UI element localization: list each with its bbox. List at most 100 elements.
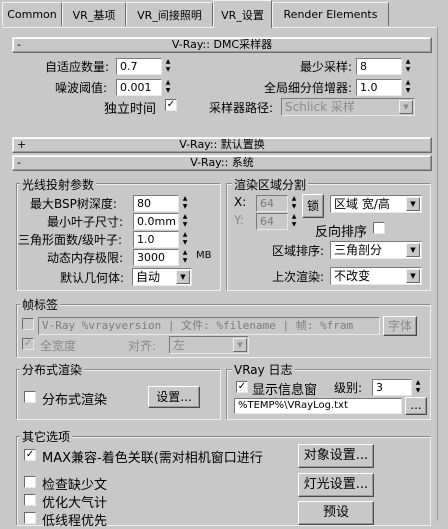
max-bsp-depth-input[interactable]: 80 bbox=[133, 195, 179, 212]
global-subdiv-label: 全局细分倍增器: bbox=[264, 81, 353, 95]
spin-down-icon[interactable]: ▼ bbox=[180, 221, 190, 229]
spin-down-icon[interactable]: ▼ bbox=[413, 387, 423, 395]
log-path-input[interactable]: %TEMP%\VRayLog.txt bbox=[234, 398, 402, 414]
browse-log-button[interactable]: ... bbox=[405, 397, 427, 415]
region-sequence-value: 三角剖分 bbox=[334, 243, 383, 257]
default-geometry-value: 自动 bbox=[136, 270, 161, 284]
memory-unit: MB bbox=[196, 250, 212, 261]
spin-up-icon[interactable]: ▲ bbox=[180, 231, 190, 239]
tab-vr-indirect-label: VR_间接照明 bbox=[137, 8, 202, 22]
spin-up-icon[interactable]: ▲ bbox=[413, 379, 423, 387]
font-button[interactable]: 字体 bbox=[383, 316, 417, 336]
optimize-atmospherics-label: 优化大气计 bbox=[42, 496, 108, 511]
spin-down-icon[interactable]: ▼ bbox=[289, 221, 299, 229]
dynamic-memory-input[interactable]: 3000 bbox=[133, 249, 179, 266]
optimize-atmospherics-checkbox[interactable] bbox=[24, 494, 36, 506]
previous-render-dropdown[interactable]: 不改变 ▼ bbox=[330, 267, 422, 285]
log-level-input[interactable]: 3 bbox=[372, 379, 412, 396]
spin-down-icon[interactable]: ▼ bbox=[289, 203, 299, 211]
noise-threshold-spinner[interactable]: ▲ ▼ bbox=[163, 79, 173, 96]
spin-down-icon[interactable]: ▼ bbox=[180, 203, 190, 211]
tab-vr-settings[interactable]: VR_设置 bbox=[213, 0, 272, 28]
region-mode-dropdown[interactable]: 区域 宽/高 ▼ bbox=[330, 195, 422, 213]
adaptive-amount-spinner[interactable]: ▲ ▼ bbox=[163, 58, 173, 75]
spin-up-icon[interactable]: ▲ bbox=[180, 213, 190, 221]
spin-down-icon[interactable]: ▼ bbox=[180, 239, 190, 247]
min-leaf-size-input[interactable]: 0.0mm bbox=[133, 213, 179, 230]
presets-button[interactable]: 预设 bbox=[298, 501, 374, 525]
face-level-coef-input[interactable]: 1.0 bbox=[133, 231, 179, 248]
spin-down-icon[interactable]: ▼ bbox=[163, 87, 173, 95]
max-compat-checkbox[interactable]: ✓ bbox=[24, 449, 36, 461]
rollout-title: V-Ray:: 系统 bbox=[190, 156, 254, 169]
full-width-checkbox[interactable]: ✓ bbox=[22, 338, 34, 350]
distributed-rendering-checkbox[interactable] bbox=[24, 391, 36, 403]
region-y-spinner[interactable]: ▲ ▼ bbox=[289, 213, 299, 230]
light-settings-button[interactable]: 灯光设置... bbox=[298, 473, 374, 497]
justify-label: 对齐: bbox=[128, 339, 157, 353]
reverse-sequence-checkbox[interactable] bbox=[373, 222, 385, 234]
show-window-checkbox[interactable]: ✓ bbox=[236, 381, 248, 393]
min-samples-input[interactable]: 8 bbox=[356, 58, 402, 75]
tab-vr-base[interactable]: VR_基项 bbox=[62, 2, 126, 26]
spin-up-icon[interactable]: ▲ bbox=[180, 195, 190, 203]
spin-down-icon[interactable]: ▼ bbox=[403, 87, 413, 95]
rollout-title: V-Ray:: DMC采样器 bbox=[171, 38, 273, 51]
rollout-system[interactable]: - V-Ray:: 系统 bbox=[12, 155, 432, 171]
check-missing-files-checkbox[interactable] bbox=[24, 476, 36, 488]
adaptive-amount-label: 自适应数量: bbox=[45, 60, 110, 74]
time-independent-checkbox[interactable]: ✓ bbox=[165, 99, 177, 111]
dynamic-memory-spinner[interactable]: ▲ ▼ bbox=[180, 249, 190, 266]
region-x-input[interactable]: 64 bbox=[256, 195, 288, 212]
tab-common[interactable]: Common bbox=[2, 2, 62, 26]
region-x-spinner[interactable]: ▲ ▼ bbox=[289, 195, 299, 212]
low-thread-priority-checkbox[interactable] bbox=[24, 512, 36, 524]
justify-dropdown[interactable]: 左 ▼ bbox=[169, 336, 249, 354]
spin-down-icon[interactable]: ▼ bbox=[180, 257, 190, 265]
face-level-coef-spinner[interactable]: ▲ ▼ bbox=[180, 231, 190, 248]
tab-vr-settings-label: VR_设置 bbox=[221, 8, 264, 22]
log-level-spinner[interactable]: ▲ ▼ bbox=[413, 379, 423, 396]
min-samples-spinner[interactable]: ▲ ▼ bbox=[403, 58, 413, 75]
global-subdiv-spinner[interactable]: ▲ ▼ bbox=[403, 79, 413, 96]
spin-up-icon[interactable]: ▲ bbox=[289, 195, 299, 203]
rollout-title: V-Ray:: 默认置换 bbox=[179, 138, 265, 151]
max-bsp-depth-spinner[interactable]: ▲ ▼ bbox=[180, 195, 190, 212]
object-settings-button[interactable]: 对象设置... bbox=[298, 444, 374, 468]
spin-up-icon[interactable]: ▲ bbox=[163, 58, 173, 66]
frame-stamp-text-input[interactable]: V-Ray %vrayversion | 文件: %filename | 帧: … bbox=[38, 317, 380, 335]
spin-up-icon[interactable]: ▲ bbox=[180, 249, 190, 257]
region-mode-value: 区域 宽/高 bbox=[334, 197, 390, 211]
min-leaf-size-spinner[interactable]: ▲ ▼ bbox=[180, 213, 190, 230]
min-samples-label: 最少采样: bbox=[300, 60, 353, 74]
rollout-default-displacement[interactable]: + V-Ray:: 默认置换 bbox=[12, 137, 432, 153]
previous-render-value: 不改变 bbox=[334, 269, 371, 283]
spin-down-icon[interactable]: ▼ bbox=[403, 66, 413, 74]
tab-bar: Common VR_基项 VR_间接照明 VR_设置 Render Elemen… bbox=[0, 0, 448, 28]
noise-threshold-input[interactable]: 0.001 bbox=[116, 79, 162, 96]
region-sequence-dropdown[interactable]: 三角剖分 ▼ bbox=[330, 241, 422, 259]
default-geometry-dropdown[interactable]: 自动 ▼ bbox=[132, 268, 192, 286]
vray-log-title: VRay 日志 bbox=[232, 361, 295, 378]
tab-vr-indirect[interactable]: VR_间接照明 bbox=[126, 2, 213, 26]
spin-down-icon[interactable]: ▼ bbox=[163, 66, 173, 74]
spin-up-icon[interactable]: ▲ bbox=[163, 79, 173, 87]
raycast-params-title: 光线投射参数 bbox=[20, 176, 97, 193]
lock-button[interactable]: 锁 bbox=[302, 194, 324, 218]
rollout-dmc-sampler[interactable]: - V-Ray:: DMC采样器 bbox=[12, 37, 432, 53]
panel-scrollbar[interactable] bbox=[437, 27, 446, 521]
distributed-settings-button[interactable]: 设置... bbox=[148, 386, 200, 408]
global-subdiv-input[interactable]: 1.0 bbox=[356, 79, 402, 96]
region-y-input[interactable]: 64 bbox=[256, 213, 288, 230]
spin-up-icon[interactable]: ▲ bbox=[289, 213, 299, 221]
spin-up-icon[interactable]: ▲ bbox=[403, 79, 413, 87]
sampler-path-dropdown[interactable]: Schlick 采样 ▼ bbox=[281, 98, 415, 116]
reverse-sequence-label: 反向排序 bbox=[315, 225, 368, 240]
justify-value: 左 bbox=[173, 338, 186, 352]
tab-common-label: Common bbox=[7, 8, 57, 21]
tab-render-elements[interactable]: Render Elements bbox=[272, 2, 389, 26]
spin-up-icon[interactable]: ▲ bbox=[403, 58, 413, 66]
misc-options-title: 其它选项 bbox=[20, 428, 73, 445]
frame-stamp-checkbox[interactable] bbox=[22, 318, 34, 330]
adaptive-amount-input[interactable]: 0.7 bbox=[116, 58, 162, 75]
